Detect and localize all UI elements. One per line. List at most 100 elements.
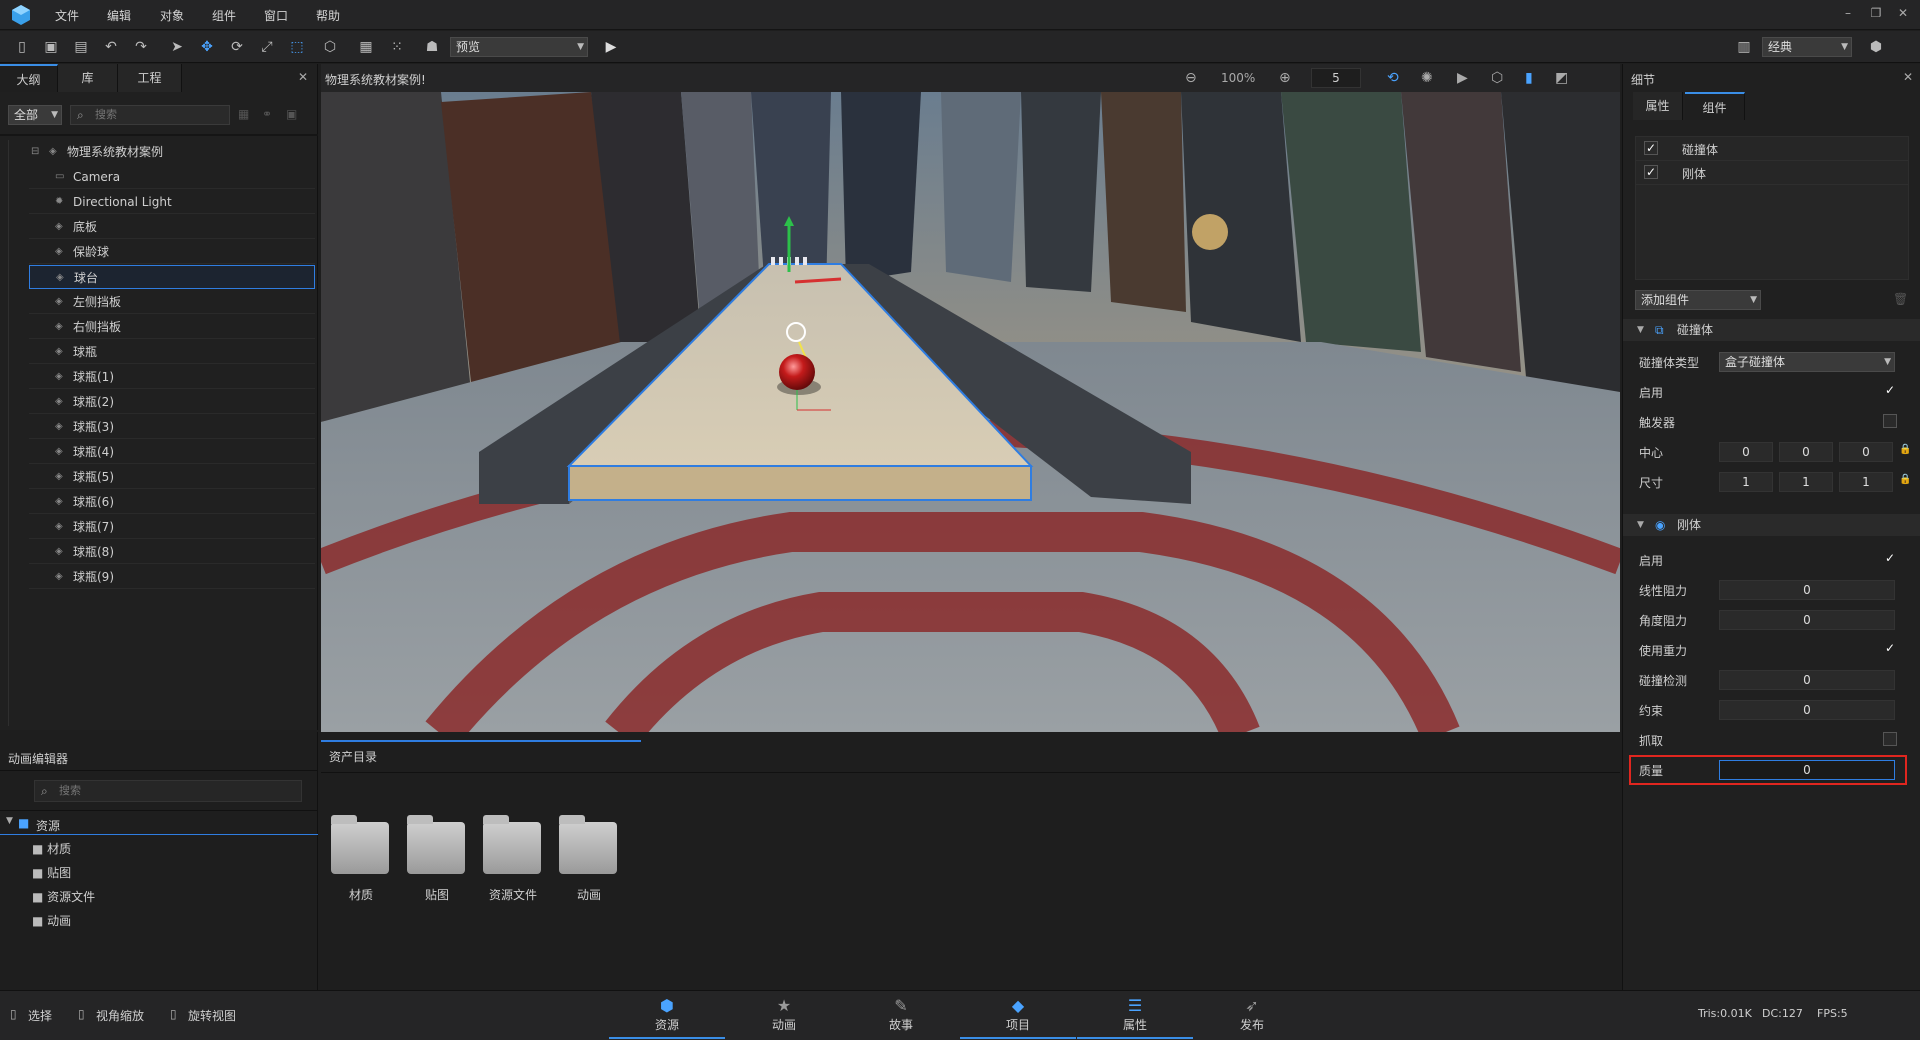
add-component-dropdown[interactable]: 添加组件 ▼ — [1635, 290, 1761, 310]
close-panel-icon[interactable]: ✕ — [1903, 70, 1913, 84]
menu-component[interactable]: 组件 — [212, 7, 236, 24]
component-collider-checkbox[interactable]: ✓ — [1644, 141, 1658, 155]
collapse-icon[interactable]: ⊟ — [31, 140, 39, 164]
tree-folder[interactable]: ■ 贴图 — [32, 862, 71, 884]
constraint-field[interactable]: 0 — [1719, 700, 1895, 720]
select-tool-icon[interactable]: ➤ — [167, 37, 187, 57]
bottom-tab-properties[interactable]: ☰ 属性 — [1077, 991, 1193, 1039]
close-icon[interactable]: ✕ — [1893, 6, 1913, 24]
component-item-rigidbody[interactable]: ✓ 刚体 — [1636, 161, 1908, 185]
tree-item[interactable]: ◈ 左侧挡板 — [29, 290, 315, 314]
menu-object[interactable]: 对象 — [160, 7, 184, 24]
preview-dropdown[interactable]: 预览 ▼ — [450, 37, 588, 57]
play-icon[interactable]: ▶ — [601, 37, 621, 57]
tree-root[interactable]: ⊟ ◈ 物理系统教材案例 — [9, 140, 309, 164]
new-file-icon[interactable]: ▯ — [12, 37, 32, 57]
tab-project[interactable]: 工程 — [118, 64, 182, 92]
tree-item[interactable]: ✹ Directional Light — [29, 190, 315, 214]
center-y-field[interactable]: 0 — [1779, 442, 1833, 462]
linear-drag-field[interactable]: 0 — [1719, 580, 1895, 600]
grid-icon[interactable]: ▦ — [356, 37, 376, 57]
tree-folder[interactable]: ■ 动画 — [32, 910, 71, 932]
component-rigidbody-checkbox[interactable]: ✓ — [1644, 165, 1658, 179]
center-x-field[interactable]: 0 — [1719, 442, 1773, 462]
move-tool-icon[interactable]: ✥ — [197, 37, 217, 57]
size-y-field[interactable]: 1 — [1779, 472, 1833, 492]
shading-icon[interactable]: ◩ — [1555, 70, 1568, 86]
tab-outline[interactable]: 大纲 — [0, 64, 58, 92]
center-z-field[interactable]: 0 — [1839, 442, 1893, 462]
bottom-tab-animation[interactable]: ★ 动画 — [726, 991, 842, 1039]
use-gravity-checkbox[interactable]: ✓ — [1883, 642, 1897, 656]
layout-dropdown[interactable]: 经典 ▼ — [1762, 37, 1852, 57]
filter-dropdown[interactable]: 全部 ▼ — [8, 105, 62, 125]
outline-search-input[interactable] — [95, 107, 225, 123]
collision-detection-field[interactable]: 0 — [1719, 670, 1895, 690]
lock-icon[interactable]: 🔒 — [1899, 444, 1911, 455]
collider-enable-checkbox[interactable]: ✓ — [1883, 384, 1897, 398]
anim-search-box[interactable]: ⌕ — [34, 780, 302, 802]
tree-item[interactable]: ◈ 球瓶(1) — [29, 365, 315, 389]
tree-item[interactable]: ◈ 保龄球 — [29, 240, 315, 264]
undo-icon[interactable]: ↶ — [101, 37, 121, 57]
bottom-tab-publish[interactable]: ➶ 发布 — [1194, 991, 1310, 1039]
trash-icon[interactable]: 🗑 — [1893, 292, 1908, 306]
zoom-out-icon[interactable]: ⊖ — [1185, 70, 1197, 86]
tree-root-assets[interactable]: ▼ ■ 资源 — [0, 813, 318, 835]
zoom-in-icon[interactable]: ⊕ — [1279, 70, 1291, 86]
tree-item[interactable]: ◈ 球瓶(3) — [29, 415, 315, 439]
gizmo-icon[interactable]: ⟲ — [1387, 70, 1399, 86]
camera-icon[interactable]: ▶ — [1457, 70, 1468, 86]
tree-item[interactable]: ◈ 球瓶(9) — [29, 565, 315, 589]
tree-item[interactable]: ◈ 右侧挡板 — [29, 315, 315, 339]
close-panel-icon[interactable]: ✕ — [298, 70, 308, 84]
collider-trigger-checkbox[interactable] — [1883, 414, 1897, 428]
grid-size-field[interactable]: 5 — [1311, 68, 1361, 88]
lock-icon[interactable]: 🔒 — [1899, 474, 1911, 485]
perspective-icon[interactable]: ▮ — [1525, 70, 1533, 86]
menu-window[interactable]: 窗口 — [264, 7, 288, 24]
outline-grid-icon[interactable]: ▣ — [286, 107, 297, 121]
save-icon[interactable]: ▣ — [41, 37, 61, 57]
tree-folder[interactable]: ■ 材质 — [32, 838, 71, 860]
anim-search-input[interactable] — [59, 783, 289, 799]
avatar-icon[interactable]: ☗ — [422, 37, 442, 57]
settings-hex-icon[interactable]: ⬢ — [1866, 37, 1886, 57]
tree-item[interactable]: ▭ Camera — [29, 165, 315, 189]
tree-item[interactable]: ◈ 球瓶(5) — [29, 465, 315, 489]
menu-help[interactable]: 帮助 — [316, 7, 340, 24]
component-item-collider[interactable]: ✓ 碰撞体 — [1636, 137, 1908, 161]
size-x-field[interactable]: 1 — [1719, 472, 1773, 492]
tree-folder[interactable]: ■ 资源文件 — [32, 886, 95, 908]
tree-item[interactable]: ◈ 球瓶(7) — [29, 515, 315, 539]
asset-folder[interactable]: 资源文件 — [483, 815, 543, 903]
tree-item[interactable]: ◈ 球瓶(2) — [29, 390, 315, 414]
tree-item[interactable]: ◈ 球瓶(8) — [29, 540, 315, 564]
collapse-arrow-icon[interactable]: ▼ — [1637, 319, 1644, 341]
layout-icon[interactable]: ▥ — [1734, 37, 1754, 57]
dot-grid-icon[interactable]: ⁙ — [387, 37, 407, 57]
tree-item[interactable]: ◈ 底板 — [29, 215, 315, 239]
scale-tool-icon[interactable]: ⤢ — [257, 37, 277, 57]
tree-item[interactable]: ◈ 球瓶(4) — [29, 440, 315, 464]
rect-tool-icon[interactable]: ⬚ — [287, 37, 307, 57]
tab-components[interactable]: 组件 — [1685, 92, 1745, 120]
collider-section-header[interactable]: ▼ ⧉ 碰撞体 — [1623, 319, 1920, 341]
menu-edit[interactable]: 编辑 — [107, 7, 131, 24]
tree-item[interactable]: ◈ 球瓶 — [29, 340, 315, 364]
angular-drag-field[interactable]: 0 — [1719, 610, 1895, 630]
snap-icon[interactable]: ⬡ — [320, 37, 340, 57]
rigidbody-section-header[interactable]: ▼ ◉ 刚体 — [1623, 514, 1920, 536]
tab-properties[interactable]: 属性 — [1633, 92, 1683, 120]
tree-item[interactable]: ◈ 球台 — [29, 265, 315, 289]
menu-file[interactable]: 文件 — [55, 7, 79, 24]
tree-item[interactable]: ◈ 球瓶(6) — [29, 490, 315, 514]
asset-folder[interactable]: 动画 — [559, 815, 619, 903]
outline-search-box[interactable]: ⌕ — [70, 105, 230, 125]
asset-folder[interactable]: 材质 — [331, 815, 391, 903]
scene-viewport[interactable]: 物理系统教材案例! ⊖ 100% ⊕ 5 ⟲ ✺ ▶ ⬡ ▮ ◩ — [321, 64, 1620, 734]
bottom-tab-assets[interactable]: ⬢ 资源 — [609, 991, 725, 1039]
cube-icon[interactable]: ⬡ — [1491, 70, 1503, 86]
minimize-icon[interactable]: – — [1838, 6, 1858, 24]
grab-checkbox[interactable] — [1883, 732, 1897, 746]
